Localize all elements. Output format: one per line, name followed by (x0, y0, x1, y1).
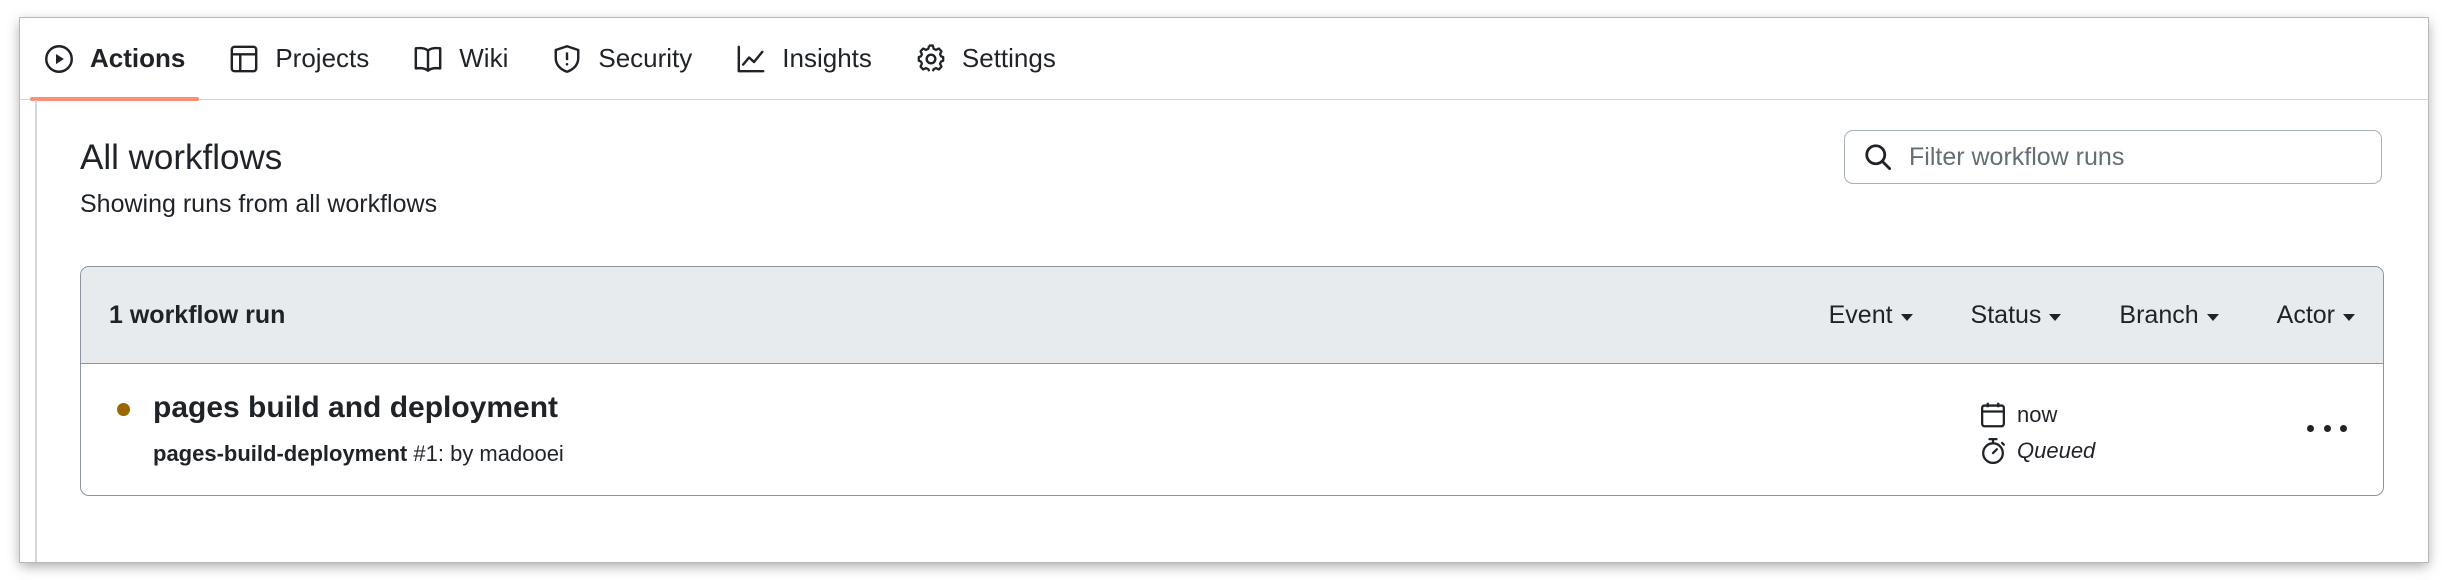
shield-icon (552, 44, 582, 74)
queued-status-dot-icon (117, 403, 130, 416)
filter-event-dropdown[interactable]: Event (1829, 301, 1913, 330)
tab-label: Wiki (459, 43, 509, 73)
filter-runs-search[interactable] (1844, 130, 2382, 184)
filter-branch-dropdown[interactable]: Branch (2119, 300, 2219, 330)
tab-label: Actions (90, 43, 186, 73)
run-meta: pages-build-deployment #1: by madooei (153, 441, 564, 467)
filter-label: Actor (2276, 300, 2335, 329)
tab-label: Settings (961, 43, 1056, 73)
workflow-runs-box: 1 workflow run Event Status Branch Actor (80, 266, 2384, 496)
sidebar-divider (35, 100, 37, 562)
workflow-name: pages-build-deployment (153, 441, 408, 466)
runs-count: 1 workflow run (109, 300, 286, 329)
kebab-dot (2323, 424, 2331, 432)
tab-label: Projects (275, 43, 370, 73)
gear-icon (916, 43, 946, 74)
kebab-dot (2307, 424, 2314, 432)
workflow-run-row[interactable]: pages build and deployment pages-build-d… (81, 363, 2383, 495)
play-icon (44, 44, 74, 74)
run-time: now (1979, 397, 2095, 433)
run-number: #1 (413, 441, 438, 466)
tab-projects[interactable]: Projects (215, 18, 383, 99)
tab-security[interactable]: Security (538, 18, 706, 99)
runs-filters: Event Status Branch Actor (1771, 301, 2355, 330)
filter-status-dropdown[interactable]: Status (1971, 301, 2062, 330)
run-status-text: Queued (2017, 438, 2096, 463)
search-icon (1863, 142, 1893, 172)
calendar-icon (1979, 401, 2007, 429)
tab-label: Security (598, 43, 693, 73)
page-title: All workflows (80, 138, 283, 177)
caret-down-icon (2206, 313, 2219, 321)
run-time-text: now (2017, 402, 2058, 427)
run-duration: Queued (1979, 433, 2095, 469)
kebab-dot (2340, 424, 2347, 432)
filter-label: Event (1828, 300, 1893, 329)
stopwatch-icon (1979, 437, 2007, 465)
search-input[interactable] (1907, 141, 2381, 173)
page-subtitle: Showing runs from all workflows (80, 190, 438, 218)
run-title-link[interactable]: pages build and deployment (153, 391, 558, 425)
book-icon (413, 44, 443, 74)
more-options-kebab-icon[interactable] (2307, 413, 2347, 443)
tab-insights[interactable]: Insights (722, 18, 886, 99)
runs-header: 1 workflow run Event Status Branch Actor (81, 267, 2383, 364)
filter-label: Branch (2119, 300, 2199, 329)
caret-down-icon (2049, 313, 2062, 321)
tab-settings[interactable]: Settings (902, 18, 1070, 99)
tab-actions[interactable]: Actions (30, 18, 200, 101)
repo-tab-nav: Actions Projects Wiki Security Insights (20, 18, 2428, 101)
caret-down-icon (2343, 313, 2355, 321)
filter-label: Status (1970, 300, 2042, 329)
run-actor-text: : by madooei (437, 441, 564, 466)
run-timing: now Queued (1979, 397, 2095, 469)
tab-label: Insights (782, 43, 872, 73)
browser-window: Actions Projects Wiki Security Insights (20, 18, 2428, 562)
filter-actor-dropdown[interactable]: Actor (2277, 301, 2355, 330)
tab-wiki[interactable]: Wiki (399, 18, 522, 99)
table-icon (229, 44, 259, 74)
caret-down-icon (1900, 313, 1913, 321)
graph-icon (736, 44, 766, 74)
